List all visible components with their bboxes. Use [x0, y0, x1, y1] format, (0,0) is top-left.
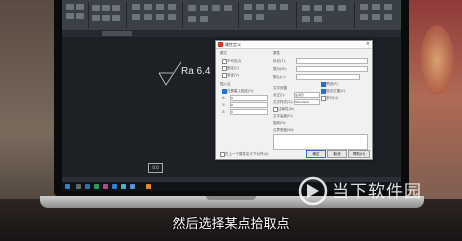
invisible-label: 不可见(I): [227, 59, 242, 63]
close-icon[interactable]: ×: [366, 41, 370, 47]
attribute-definition-dialog: 属性定义 × 模式 不可见(I) 固定(C) 验证(V) 属性 标记(T): 提…: [215, 40, 373, 160]
app-icon[interactable]: [121, 184, 126, 189]
specify-on-screen-label: 在屏幕上指定(O): [227, 89, 254, 93]
y-label: Y:: [222, 103, 225, 107]
justification-select[interactable]: 左对齐: [294, 92, 320, 98]
mode-section-label: 模式: [220, 51, 227, 55]
watermark-text: 当下软件园: [332, 182, 422, 202]
preset-checkbox[interactable]: [321, 82, 326, 87]
app-icon[interactable]: [112, 184, 117, 189]
app-icon[interactable]: [94, 184, 99, 189]
autocad-logo-icon: [218, 42, 223, 47]
annotative-label: 注释性(N): [278, 107, 294, 111]
mode-option-preset-label: 预设(P): [326, 82, 338, 86]
help-button[interactable]: 帮助(H): [348, 150, 370, 158]
justification-label: 对正(J):: [273, 93, 285, 97]
lock-position-label: 锁定位置(K): [326, 89, 346, 93]
video-subtitle: 然后选择某点拾取点: [172, 217, 290, 232]
text-style-select[interactable]: Standard: [294, 99, 320, 105]
dialog-title: 属性定义: [225, 42, 241, 47]
verify-label: 验证(V): [227, 73, 240, 77]
text-style-label: 文字样式(S):: [273, 100, 294, 104]
constant-label: 固定(C): [227, 66, 240, 70]
ok-button[interactable]: 确定: [306, 150, 326, 158]
text-settings-box[interactable]: [273, 134, 368, 150]
text-settings-section-label: 文字设置: [273, 86, 287, 90]
cancel-button[interactable]: 取消: [327, 150, 347, 158]
windows-start-icon[interactable]: [65, 184, 70, 189]
autocad-taskbar-icon[interactable]: [146, 184, 151, 189]
point-coordinate-box: 0.0: [148, 163, 163, 173]
roughness-annotation: Ra 6.4: [181, 66, 211, 77]
multiline-checkbox[interactable]: [321, 96, 326, 101]
browser-icon[interactable]: [85, 184, 90, 189]
default-input[interactable]: [296, 74, 360, 80]
attribute-section-label: 属性: [273, 51, 280, 55]
document-tab[interactable]: [102, 31, 132, 36]
tag-label: 标记(T):: [273, 59, 287, 63]
x-label: X:: [222, 96, 226, 100]
watermark-logo-icon: [298, 176, 328, 206]
prompt-label: 提示(M):: [273, 67, 287, 71]
y-input[interactable]: 0: [230, 102, 268, 108]
background-lamp: [420, 25, 454, 95]
app-icon[interactable]: [130, 184, 135, 189]
default-label: 默认(L):: [273, 75, 286, 79]
app-icon[interactable]: [103, 184, 108, 189]
insert-point-section-label: 插入点: [220, 82, 231, 86]
ribbon-toolbar[interactable]: [62, 0, 401, 30]
lock-position-checkbox[interactable]: [321, 89, 326, 94]
z-label: Z:: [222, 110, 226, 114]
text-height-label: 文字高度(E):: [273, 114, 294, 118]
tag-input[interactable]: [296, 58, 368, 64]
laptop-screen: Ra 6.4 0.0 属性定义 × 模式 不可见(I) 固定(C) 验证(V) …: [62, 0, 401, 191]
z-input[interactable]: 0: [230, 109, 268, 115]
prompt-input[interactable]: [296, 66, 368, 72]
x-input[interactable]: 0: [230, 95, 268, 101]
boundary-width-label: 边界宽度(W):: [273, 128, 295, 132]
laptop-notch: [206, 196, 256, 200]
align-below-label: 在上一个属性定义下对齐(A): [225, 152, 269, 156]
rotation-label: 旋转(R):: [273, 121, 287, 125]
search-icon[interactable]: [76, 184, 81, 189]
dialog-title-bar[interactable]: 属性定义 ×: [216, 41, 372, 49]
multiline-label: 多行(U): [326, 96, 339, 100]
